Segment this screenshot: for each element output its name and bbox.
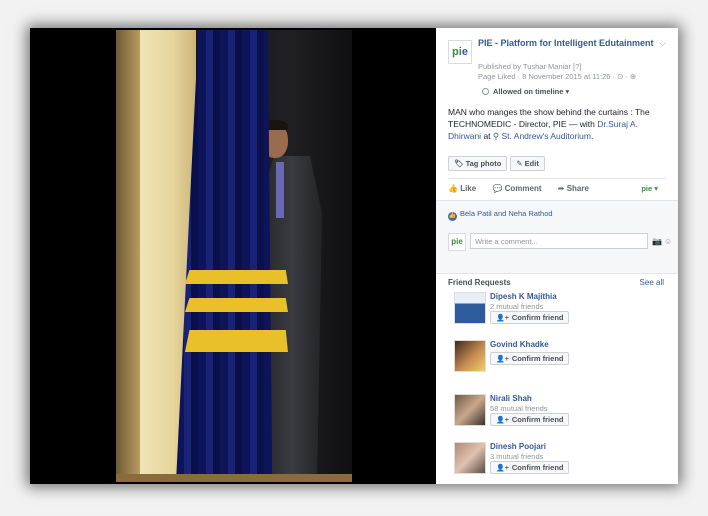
post-caption: MAN who manges the show behind the curta… bbox=[448, 106, 668, 142]
commenter-avatar: pie bbox=[448, 233, 466, 251]
divider bbox=[448, 178, 666, 179]
published-by: Published by Tushar Maniar [?] bbox=[478, 62, 582, 71]
share-button[interactable]: ➦ Share bbox=[558, 184, 589, 193]
friend-request: Govind Khadke 👤+ Confirm friend bbox=[448, 338, 668, 382]
share-icon: ➦ bbox=[557, 184, 567, 193]
like-reaction-icon: 👍 bbox=[448, 212, 457, 221]
friend-requests-title: Friend Requests bbox=[448, 278, 511, 287]
friend-request: Nirali Shah 58 mutual friends 👤+ Confirm … bbox=[448, 392, 668, 438]
friend-avatar[interactable] bbox=[454, 292, 486, 324]
add-friend-icon: 👤+ bbox=[496, 417, 509, 424]
confirm-label: Confirm friend bbox=[511, 415, 564, 424]
comment-composer: pie Write a comment... 📷 ☺ bbox=[448, 231, 672, 255]
caption-at: at bbox=[481, 131, 493, 141]
post-timestamp[interactable]: Page Liked · 8 November 2015 at 11:26 · … bbox=[478, 72, 636, 81]
man-tie bbox=[276, 162, 284, 218]
friend-request: Dinesh Poojari 3 mutual friends 👤+ Confir… bbox=[448, 440, 668, 484]
comment-input[interactable]: Write a comment... bbox=[470, 233, 648, 249]
add-friend-icon: 👤+ bbox=[496, 315, 509, 322]
friend-avatar[interactable] bbox=[454, 340, 486, 372]
mutual-friends[interactable]: 2 mutual friends bbox=[490, 302, 543, 311]
like-label: Like bbox=[460, 184, 477, 193]
confirm-label: Confirm friend bbox=[511, 463, 564, 472]
likers-text: Bela Patil and Neha Rathod bbox=[460, 209, 553, 218]
comment-button[interactable]: 💬 Comment bbox=[492, 184, 541, 193]
photo-viewer: pi e PIE - Platform for Intelligent Eduta… bbox=[30, 28, 678, 484]
curtain-stripe bbox=[184, 330, 288, 352]
feedback-area: 👍 Bela Patil and Neha Rathod pie Write a … bbox=[436, 200, 678, 274]
friend-name[interactable]: Govind Khadke bbox=[490, 340, 549, 349]
likes-summary[interactable]: 👍 Bela Patil and Neha Rathod bbox=[448, 209, 553, 221]
confirm-friend-button[interactable]: 👤+ Confirm friend bbox=[490, 413, 570, 426]
mutual-friends[interactable]: 3 mutual friends bbox=[490, 452, 543, 461]
confirm-friend-button[interactable]: 👤+ Confirm friend bbox=[490, 352, 570, 365]
friend-name[interactable]: Nirali Shah bbox=[490, 394, 532, 403]
page-name-link[interactable]: PIE - Platform for Intelligent Edutainme… bbox=[478, 38, 656, 49]
like-button[interactable]: 👍 Like bbox=[448, 184, 476, 193]
photo-tools: 🏷 Tag photo ✎ Edit bbox=[448, 156, 548, 171]
confirm-label: Confirm friend bbox=[511, 313, 564, 322]
chevron-down-icon[interactable]: ⌵ bbox=[659, 38, 666, 49]
edit-label: Edit bbox=[524, 159, 539, 168]
location-link[interactable]: St. Andrew's Auditorium bbox=[501, 131, 591, 141]
wall-edge bbox=[116, 30, 140, 482]
stage-floor bbox=[116, 474, 352, 482]
friend-avatar[interactable] bbox=[454, 394, 486, 426]
post-details-panel: pi e PIE - Platform for Intelligent Eduta… bbox=[436, 28, 678, 484]
friend-request: Dipesh K Majithia 2 mutual friends 👤+ Con… bbox=[448, 290, 668, 336]
add-friend-icon: 👤+ bbox=[496, 356, 509, 363]
caption-period: . bbox=[590, 131, 594, 141]
friend-name[interactable]: Dipesh K Majithia bbox=[490, 292, 557, 301]
page-avatar[interactable]: pi e bbox=[448, 40, 472, 64]
edit-button[interactable]: ✎ Edit bbox=[510, 156, 545, 171]
friend-avatar[interactable] bbox=[454, 442, 486, 474]
friend-request-list: Dipesh K Majithia 2 mutual friends 👤+ Con… bbox=[448, 290, 668, 484]
mutual-friends[interactable]: 58 mutual friends bbox=[490, 404, 548, 413]
confirm-friend-button[interactable]: 👤+ Confirm friend bbox=[490, 311, 570, 324]
tag-icon: 🏷 bbox=[454, 159, 466, 168]
thumbs-up-icon: 👍 bbox=[448, 184, 461, 193]
camera-icon[interactable]: 📷 bbox=[652, 237, 662, 246]
comment-label: Comment bbox=[504, 184, 542, 193]
tag-photo-button[interactable]: 🏷 Tag photo bbox=[448, 156, 508, 171]
friend-name[interactable]: Dinesh Poojari bbox=[490, 442, 546, 451]
tag-photo-label: Tag photo bbox=[465, 159, 502, 168]
post-header: pi e PIE - Platform for Intelligent Eduta… bbox=[446, 36, 672, 98]
emoji-icon[interactable]: ☺ bbox=[664, 237, 672, 246]
timeline-label: Allowed on timeline ▾ bbox=[493, 87, 570, 96]
confirm-label: Confirm friend bbox=[511, 354, 564, 363]
post-as-selector[interactable]: pie ▾ bbox=[641, 184, 658, 193]
curtain-stripe bbox=[184, 270, 288, 284]
share-label: Share bbox=[566, 184, 589, 193]
confirm-friend-button[interactable]: 👤+ Confirm friend bbox=[490, 461, 570, 474]
timeline-visibility-dropdown[interactable]: Allowed on timeline ▾ bbox=[482, 87, 569, 96]
see-all-link[interactable]: See all bbox=[640, 278, 664, 287]
pencil-icon: ✎ bbox=[516, 159, 525, 168]
photo[interactable] bbox=[30, 28, 436, 484]
photo-scene bbox=[116, 30, 352, 482]
add-friend-icon: 👤+ bbox=[496, 465, 509, 472]
post-actions: 👍 Like 💬 Comment ➦ Share pie ▾ bbox=[448, 184, 666, 193]
curtain-stripe bbox=[184, 298, 288, 312]
circle-icon bbox=[482, 88, 489, 95]
comment-icon: 💬 bbox=[492, 184, 505, 193]
